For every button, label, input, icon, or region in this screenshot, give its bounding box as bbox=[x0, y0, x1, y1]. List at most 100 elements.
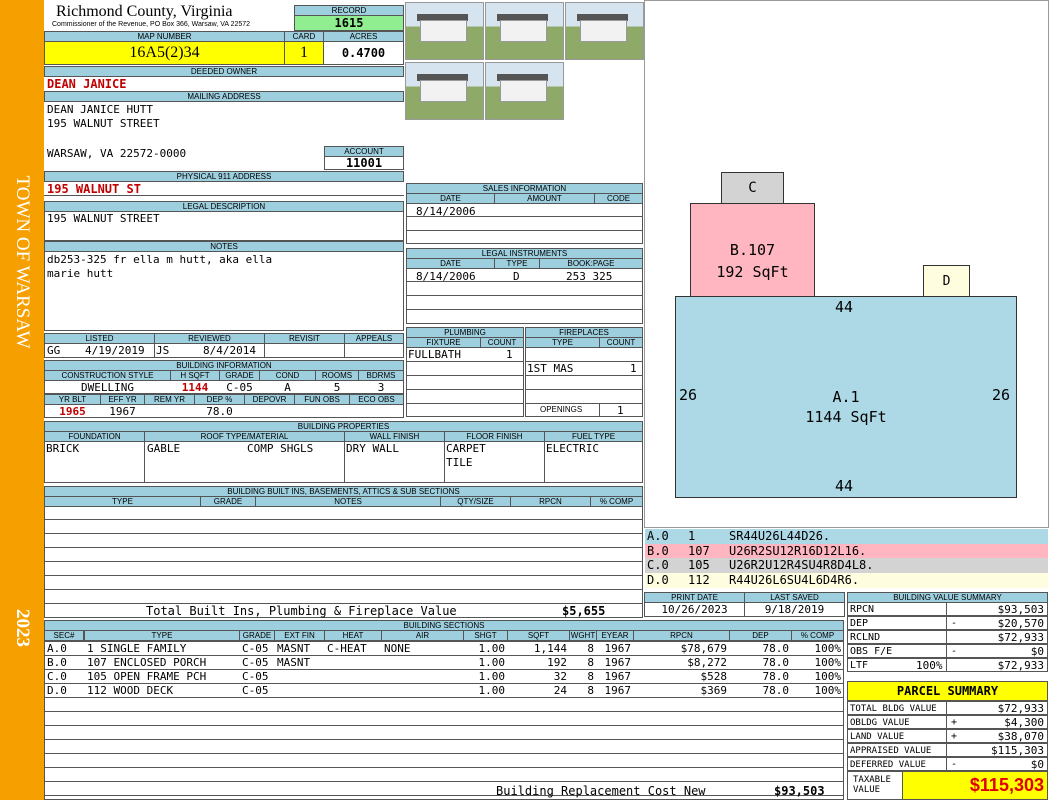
bs-cell-sec: C.0 bbox=[47, 670, 67, 683]
replacement-cost-label: Building Replacement Cost New bbox=[496, 784, 706, 798]
ps-obldg: $4,300 bbox=[1004, 716, 1044, 729]
bs-cell-rpcn: $528 bbox=[700, 670, 728, 683]
floor-finish-1: CARPET bbox=[446, 442, 486, 455]
property-photo-2[interactable] bbox=[485, 2, 564, 60]
notes-line2: marie hutt bbox=[47, 267, 114, 280]
mailing-address-header: MAILING ADDRESS bbox=[44, 91, 404, 102]
sidebar: TOWN OF WARSAW 2023 bbox=[0, 0, 44, 800]
legend-code: A.0 bbox=[647, 529, 669, 543]
bs-cell-wght: 8 bbox=[587, 684, 594, 697]
built-ins-total-value: $5,655 bbox=[562, 604, 606, 618]
legal-description: 195 WALNUT STREET bbox=[47, 212, 160, 225]
bs-col-shgt: SHGT bbox=[463, 630, 508, 641]
openings-count: 1 bbox=[617, 404, 624, 417]
depreciation-pct: 78.0 bbox=[206, 405, 233, 418]
bs-cell-air: NONE bbox=[384, 642, 411, 655]
sketch-section-a: A.1 1144 SqFt bbox=[675, 296, 1017, 498]
listed-date: 4/19/2019 bbox=[85, 344, 145, 357]
plumbing-fixture: FULLBATH bbox=[408, 348, 461, 361]
legend-code: C.0 bbox=[647, 558, 669, 572]
heated-sqft: 1144 bbox=[181, 381, 209, 394]
ps-appraised-label: APPRAISED VALUE bbox=[850, 746, 932, 756]
li-date: 8/14/2006 bbox=[416, 270, 476, 283]
ps-land-sign: + bbox=[951, 731, 958, 742]
ps-total-bldg: $72,933 bbox=[997, 702, 1044, 715]
bs-cell-shgt: 1.00 bbox=[478, 684, 506, 697]
li-bookpage: 253 325 bbox=[566, 270, 613, 283]
built-ins-total-label: Total Built Ins, Plumbing & Fireplace Va… bbox=[146, 604, 457, 618]
sketch-legend-row: C.0 105 U26R2U12R4SU4R8D4L8. bbox=[645, 558, 1048, 573]
roof-material: COMP SHGLS bbox=[247, 442, 314, 455]
ps-deferred: $0 bbox=[1030, 758, 1044, 771]
taxable-value: $115,303 bbox=[902, 771, 1048, 800]
bs-cell-wght: 8 bbox=[587, 656, 594, 669]
bs-cell-dep: 78.0 bbox=[762, 642, 790, 655]
bv-rclnd: $72,933 bbox=[997, 631, 1044, 644]
sketch-a-label: A.1 bbox=[832, 388, 860, 406]
sketch-dim-top: 44 bbox=[835, 298, 854, 316]
bs-cell-rpcn: $369 bbox=[700, 684, 728, 697]
floor-finish-2: TILE bbox=[446, 456, 473, 469]
bs-col-rpcn: RPCN bbox=[633, 630, 730, 641]
mailing-line3: WARSAW, VA 22572-0000 bbox=[47, 147, 187, 160]
bv-obs: $0 bbox=[1030, 645, 1044, 658]
listed-by: GG bbox=[47, 344, 61, 357]
bs-cell-grade: C-05 bbox=[242, 656, 269, 669]
foundation: BRICK bbox=[46, 442, 80, 455]
bi-cond: A bbox=[284, 381, 291, 394]
town-name: TOWN OF WARSAW bbox=[12, 175, 33, 349]
bv-rclnd-label: RCLND bbox=[850, 632, 881, 643]
taxable-label-1: TAXABLE bbox=[853, 775, 891, 785]
bs-cell-dep: 78.0 bbox=[762, 656, 790, 669]
built-ins-table bbox=[44, 506, 643, 618]
year-built: 1965 bbox=[59, 405, 86, 418]
deeded-owner: DEAN JANICE bbox=[47, 77, 127, 91]
sale-date: 8/14/2006 bbox=[416, 205, 476, 218]
construction-style: DWELLING bbox=[81, 381, 134, 394]
bs-cell-dep: 78.0 bbox=[762, 684, 790, 697]
property-photo-5[interactable] bbox=[485, 62, 564, 120]
commissioner-address: Commissioner of the Revenue, PO Box 366,… bbox=[52, 21, 251, 28]
fireplace-count: 1 bbox=[630, 362, 637, 375]
bv-ltf-label: LTF bbox=[850, 660, 869, 671]
bs-cell-type: 1 SINGLE FAMILY bbox=[87, 642, 187, 655]
bs-cell-wght: 8 bbox=[587, 642, 594, 655]
bs-col-wght: WGHT bbox=[569, 630, 597, 641]
bs-cell-eyear: 1967 bbox=[604, 642, 632, 655]
bs-cell-sqft: 1,144 bbox=[533, 642, 567, 655]
parcel-summary-header: PARCEL SUMMARY bbox=[847, 681, 1048, 701]
ps-land-label: LAND VALUE bbox=[850, 732, 905, 742]
ps-deferred-label: DEFERRED VALUE bbox=[850, 760, 926, 770]
ps-land-row: LAND VALUE + $38,070 bbox=[847, 729, 1048, 743]
bs-cell-type: 105 OPEN FRAME PCH bbox=[87, 670, 207, 683]
county-title: Richmond County, Virginia bbox=[56, 3, 233, 20]
bv-obs-row: OBS F/E - $0 bbox=[847, 644, 1048, 658]
legend-path: U26R2SU12R16D12L16. bbox=[729, 543, 867, 558]
ps-appraised: $115,303 bbox=[991, 744, 1044, 757]
wall-finish: DRY WALL bbox=[346, 442, 399, 455]
mailing-line1: DEAN JANICE HUTT bbox=[47, 103, 153, 116]
sketch-section-b: B.107 192 SqFt bbox=[690, 203, 815, 297]
property-photo-3[interactable] bbox=[565, 2, 644, 60]
reviewed-by: JS bbox=[156, 344, 170, 357]
taxable-label-box: TAXABLE VALUE bbox=[847, 771, 903, 800]
bv-ltf-pct: 100% bbox=[916, 659, 943, 672]
legend-path: SR44U26L44D26. bbox=[729, 529, 831, 543]
li-type: D bbox=[513, 270, 520, 283]
bs-cell-heat: C-HEAT bbox=[327, 642, 367, 655]
fuel-type: ELECTRIC bbox=[546, 442, 599, 455]
openings-label: OPENINGS bbox=[540, 405, 583, 414]
bs-cell-comp: 100% bbox=[814, 684, 842, 697]
bs-cell-type: 107 ENCLOSED PORCH bbox=[87, 656, 207, 669]
mailing-line2: 195 WALNUT STREET bbox=[47, 117, 160, 130]
legend-num: 112 bbox=[688, 572, 710, 587]
ps-total-bldg-row: TOTAL BLDG VALUE $72,933 bbox=[847, 701, 1048, 715]
fireplace-type: 1ST MAS bbox=[527, 362, 574, 375]
property-photo-1[interactable] bbox=[405, 2, 484, 60]
bs-col-sqft: SQFT bbox=[507, 630, 570, 641]
bs-cell-grade: C-05 bbox=[242, 670, 269, 683]
legend-code: D.0 bbox=[647, 572, 669, 587]
bs-cell-shgt: 1.00 bbox=[478, 670, 506, 683]
property-photo-4[interactable] bbox=[405, 62, 484, 120]
bs-col-type: TYPE bbox=[84, 630, 240, 641]
